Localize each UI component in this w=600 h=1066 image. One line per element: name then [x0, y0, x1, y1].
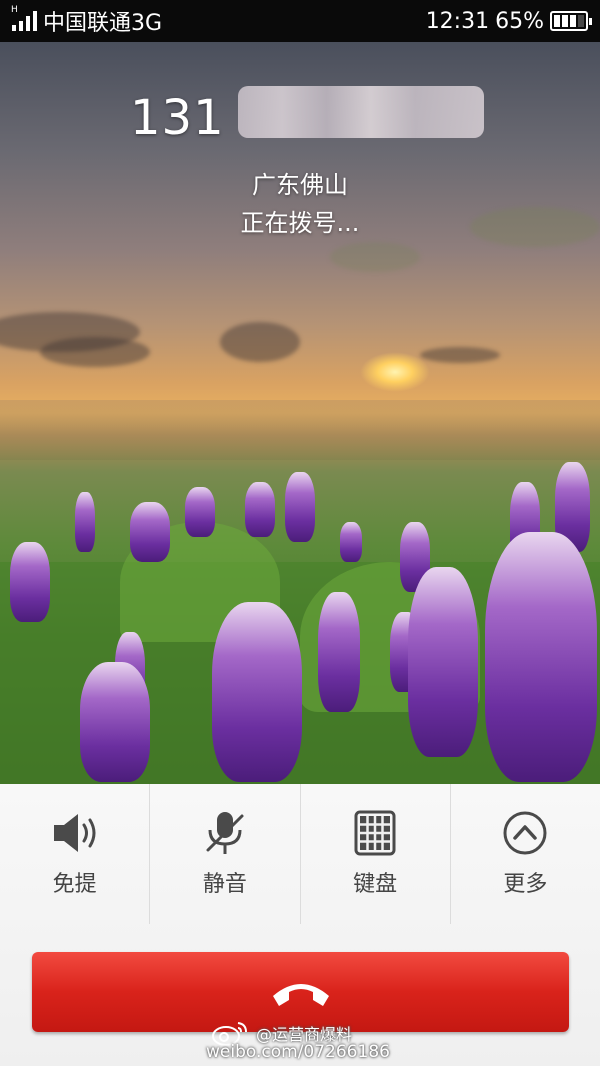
status-left: H 中国联通3G	[11, 5, 163, 37]
status-bar: H 中国联通3G 12:31 65%	[0, 0, 600, 42]
more-label: 更多	[503, 872, 548, 897]
battery-percent: 65%	[495, 8, 544, 34]
speaker-button[interactable]: 免提	[0, 784, 151, 924]
redacted-number-mask	[238, 86, 484, 138]
keypad-label: 键盘	[353, 872, 398, 897]
dialed-number: 131	[130, 90, 225, 146]
chevron-up-circle-icon	[503, 811, 547, 855]
sun	[360, 352, 430, 392]
carrier-name: 中国联通3G	[43, 11, 163, 36]
speaker-label: 免提	[52, 872, 97, 897]
hang-up-phone-icon	[272, 984, 329, 1006]
mute-label: 静音	[202, 872, 247, 897]
mute-mic-icon	[206, 812, 244, 854]
battery-icon	[550, 11, 592, 31]
network-type-label: H	[11, 5, 18, 15]
keypad-icon	[354, 810, 396, 856]
keypad-button[interactable]: 键盘	[301, 784, 451, 924]
call-actions-row: 免提 静音 键盘 更多	[0, 784, 600, 924]
speaker-icon	[53, 814, 96, 852]
signal-icon: H	[11, 5, 37, 31]
status-right: 12:31 65%	[425, 8, 592, 34]
caller-location: 广东佛山	[252, 171, 348, 199]
more-button[interactable]: 更多	[451, 784, 600, 924]
call-status: 正在拨号...	[240, 209, 360, 237]
mute-button[interactable]: 静音	[150, 784, 301, 924]
watermark-url: weibo.com/07266186	[206, 1042, 390, 1062]
clock: 12:31	[425, 8, 490, 34]
call-background-image	[0, 42, 600, 784]
